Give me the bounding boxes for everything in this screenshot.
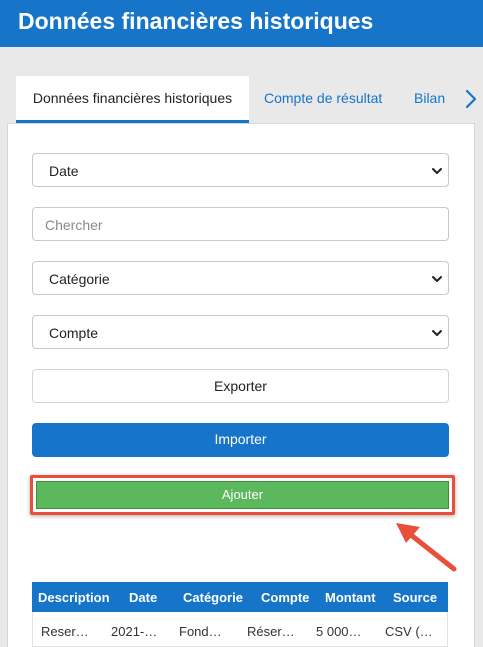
column-header-description[interactable]: Description	[38, 590, 110, 605]
account-select[interactable]: Compte	[32, 315, 449, 349]
cell-account: Réser…	[247, 624, 295, 639]
import-button[interactable]: Importer	[32, 423, 449, 457]
column-header-account[interactable]: Compte	[261, 590, 309, 605]
chevron-down-icon	[432, 276, 442, 282]
page-title: Données financières historiques	[18, 8, 374, 34]
cell-description: Reser…	[41, 624, 89, 639]
cell-amount: 5 000…	[316, 624, 362, 639]
tab-bar: Données financières historiques Compte d…	[0, 76, 483, 123]
date-select-value: Date	[49, 163, 79, 179]
transactions-table: Description Date Catégorie Compte Montan…	[32, 582, 448, 647]
table-row[interactable]: Reser… 2021-… Fond… Réser… 5 000… CSV (…	[32, 612, 448, 647]
column-header-amount[interactable]: Montant	[325, 590, 376, 605]
tab-balance-sheet[interactable]: Bilan	[414, 76, 445, 123]
date-select[interactable]: Date	[32, 153, 449, 187]
category-select[interactable]: Catégorie	[32, 261, 449, 295]
cell-date: 2021-…	[111, 624, 158, 639]
app-header: Données financières historiques	[0, 0, 483, 47]
column-header-date[interactable]: Date	[129, 590, 157, 605]
chevron-right-icon[interactable]	[462, 88, 480, 110]
account-select-value: Compte	[49, 325, 99, 341]
column-header-source[interactable]: Source	[393, 590, 437, 605]
tab-income-statement[interactable]: Compte de résultat	[264, 76, 382, 123]
search-placeholder: Chercher	[45, 217, 103, 233]
category-select-value: Catégorie	[49, 271, 110, 287]
chevron-down-icon	[432, 168, 442, 174]
cell-category: Fond…	[179, 624, 222, 639]
search-input[interactable]: Chercher	[32, 207, 449, 241]
cell-source: CSV (…	[385, 624, 433, 639]
table-header: Description Date Catégorie Compte Montan…	[32, 582, 448, 612]
add-button[interactable]: Ajouter	[36, 481, 449, 509]
arrow-pointer-icon	[396, 523, 457, 572]
tab-historical-data[interactable]: Données financières historiques	[16, 76, 249, 123]
column-header-category[interactable]: Catégorie	[183, 590, 243, 605]
export-button[interactable]: Exporter	[32, 369, 449, 403]
chevron-down-icon	[432, 330, 442, 336]
